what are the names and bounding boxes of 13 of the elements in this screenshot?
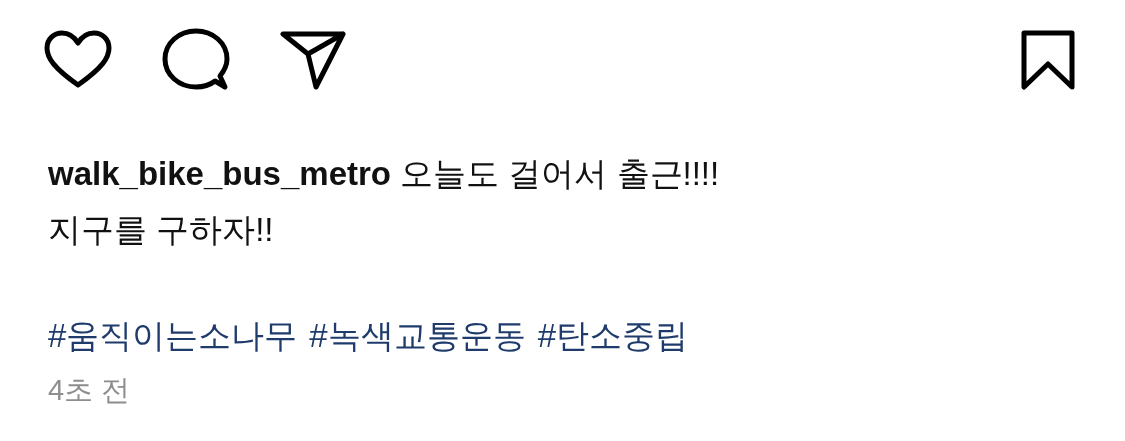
share-button[interactable] bbox=[280, 30, 346, 90]
post-caption: walk_bike_bus_metro 오늘도 걸어서 출근!!!! 지구를 구하자!! bbox=[48, 154, 721, 250]
bookmark-icon bbox=[1021, 30, 1075, 90]
comment-button[interactable] bbox=[162, 28, 230, 92]
save-button[interactable] bbox=[1021, 30, 1075, 90]
comment-icon bbox=[162, 28, 230, 92]
like-button[interactable] bbox=[44, 30, 112, 90]
heart-icon bbox=[44, 30, 112, 90]
hashtag-link[interactable]: #녹색교통운동 bbox=[309, 308, 526, 364]
send-icon bbox=[280, 30, 346, 90]
post-time: 4초 전 bbox=[48, 373, 132, 408]
hashtag-link[interactable]: #움직이는소나무 bbox=[48, 308, 298, 364]
hashtag-link[interactable]: #탄소중립 bbox=[537, 308, 689, 364]
